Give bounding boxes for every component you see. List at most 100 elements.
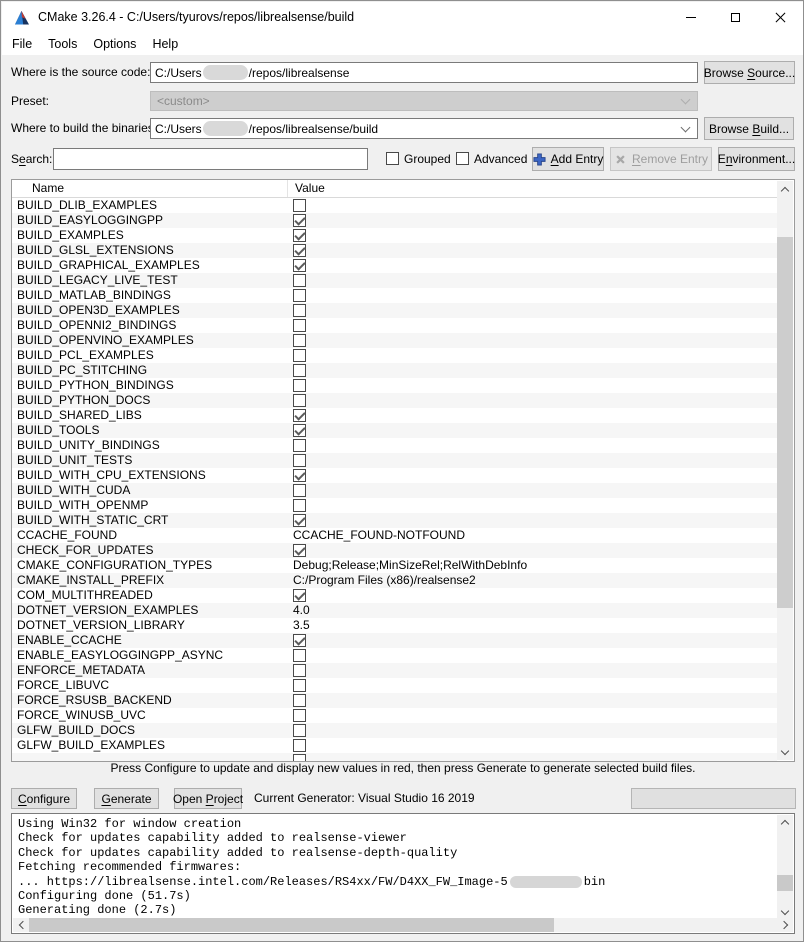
table-row[interactable]: ENABLE_EASYLOGGINGPP_ASYNC xyxy=(12,648,777,663)
chevron-down-icon[interactable] xyxy=(681,122,691,132)
table-row[interactable]: BUILD_UNITY_BINDINGS xyxy=(12,438,777,453)
value-checkbox[interactable] xyxy=(293,259,306,272)
table-row[interactable]: FORCE_RSUSB_BACKEND xyxy=(12,693,777,708)
preset-combobox[interactable]: <custom> xyxy=(150,91,698,111)
scrollbar-thumb[interactable] xyxy=(777,237,793,608)
table-row[interactable]: BUILD_WITH_CUDA xyxy=(12,483,777,498)
scrollbar-thumb[interactable] xyxy=(29,918,554,932)
table-row[interactable]: BUILD_GRAPHICAL_EXAMPLES xyxy=(12,258,777,273)
table-row[interactable]: FORCE_LIBUVC xyxy=(12,678,777,693)
value-checkbox[interactable] xyxy=(293,739,306,752)
table-row[interactable] xyxy=(12,753,777,761)
row-value[interactable]: C:/Program Files (x86)/realsense2 xyxy=(287,573,777,588)
table-row[interactable]: BUILD_SHARED_LIBS xyxy=(12,408,777,423)
configure-button[interactable]: Configure xyxy=(11,788,77,809)
value-checkbox[interactable] xyxy=(293,679,306,692)
table-row[interactable]: ENABLE_CCACHE xyxy=(12,633,777,648)
value-checkbox[interactable] xyxy=(293,364,306,377)
table-row[interactable]: GLFW_BUILD_EXAMPLES xyxy=(12,738,777,753)
table-row[interactable]: DOTNET_VERSION_EXAMPLES4.0 xyxy=(12,603,777,618)
value-checkbox[interactable] xyxy=(293,439,306,452)
log-lines[interactable]: Using Win32 for window creationCheck for… xyxy=(13,815,777,918)
menu-help[interactable]: Help xyxy=(144,33,186,55)
scroll-left-button[interactable] xyxy=(13,918,29,932)
table-row[interactable]: COM_MULTITHREADED xyxy=(12,588,777,603)
value-checkbox[interactable] xyxy=(293,229,306,242)
table-row[interactable]: BUILD_PYTHON_BINDINGS xyxy=(12,378,777,393)
scroll-down-button[interactable] xyxy=(777,744,793,760)
scroll-right-button[interactable] xyxy=(777,918,793,932)
browse-build-button[interactable]: Browse Build... xyxy=(704,117,794,140)
table-row[interactable]: BUILD_UNIT_TESTS xyxy=(12,453,777,468)
table-row[interactable]: BUILD_EASYLOGGINGPP xyxy=(12,213,777,228)
value-checkbox[interactable] xyxy=(293,274,306,287)
value-checkbox[interactable] xyxy=(293,394,306,407)
menu-options[interactable]: Options xyxy=(85,33,144,55)
value-checkbox[interactable] xyxy=(293,199,306,212)
value-checkbox[interactable] xyxy=(293,289,306,302)
log-horizontal-scrollbar[interactable] xyxy=(13,918,793,932)
value-checkbox[interactable] xyxy=(293,724,306,737)
table-row[interactable]: BUILD_PYTHON_DOCS xyxy=(12,393,777,408)
table-row[interactable]: BUILD_OPENVINO_EXAMPLES xyxy=(12,333,777,348)
value-checkbox[interactable] xyxy=(293,634,306,647)
open-project-button[interactable]: Open Project xyxy=(174,788,242,809)
value-checkbox[interactable] xyxy=(293,754,306,761)
table-row[interactable]: BUILD_PCL_EXAMPLES xyxy=(12,348,777,363)
grouped-checkbox[interactable] xyxy=(386,152,399,165)
table-row[interactable]: BUILD_DLIB_EXAMPLES xyxy=(12,198,777,213)
scroll-up-button[interactable] xyxy=(777,815,793,829)
table-row[interactable]: BUILD_LEGACY_LIVE_TEST xyxy=(12,273,777,288)
table-row[interactable]: BUILD_WITH_STATIC_CRT xyxy=(12,513,777,528)
value-checkbox[interactable] xyxy=(293,304,306,317)
minimize-button[interactable] xyxy=(668,2,713,33)
table-row[interactable]: ENFORCE_METADATA xyxy=(12,663,777,678)
source-path-field[interactable]: C:/Users /repos/librealsense xyxy=(150,62,698,83)
table-row[interactable]: BUILD_TOOLS xyxy=(12,423,777,438)
table-row[interactable]: BUILD_WITH_OPENMP xyxy=(12,498,777,513)
value-checkbox[interactable] xyxy=(293,469,306,482)
value-checkbox[interactable] xyxy=(293,454,306,467)
value-checkbox[interactable] xyxy=(293,664,306,677)
value-checkbox[interactable] xyxy=(293,499,306,512)
table-row[interactable]: BUILD_GLSL_EXTENSIONS xyxy=(12,243,777,258)
value-checkbox[interactable] xyxy=(293,409,306,422)
row-value[interactable]: 4.0 xyxy=(287,603,777,618)
browse-source-button[interactable]: Browse Source... xyxy=(704,61,795,84)
log-vertical-scrollbar[interactable] xyxy=(777,815,793,919)
build-path-combobox[interactable]: C:/Users /repos/librealsense/build xyxy=(150,118,698,139)
value-checkbox[interactable] xyxy=(293,424,306,437)
scroll-up-button[interactable] xyxy=(777,181,793,197)
row-value[interactable]: Debug;Release;MinSizeRel;RelWithDebInfo xyxy=(287,558,777,573)
row-value[interactable]: CCACHE_FOUND-NOTFOUND xyxy=(287,528,777,543)
value-checkbox[interactable] xyxy=(293,379,306,392)
table-row[interactable]: DOTNET_VERSION_LIBRARY3.5 xyxy=(12,618,777,633)
value-checkbox[interactable] xyxy=(293,694,306,707)
search-input[interactable] xyxy=(53,148,368,170)
maximize-button[interactable] xyxy=(713,2,758,33)
table-row[interactable]: CMAKE_CONFIGURATION_TYPESDebug;Release;M… xyxy=(12,558,777,573)
advanced-checkbox[interactable] xyxy=(456,152,469,165)
scroll-down-button[interactable] xyxy=(777,905,793,919)
table-row[interactable]: CMAKE_INSTALL_PREFIXC:/Program Files (x8… xyxy=(12,573,777,588)
value-checkbox[interactable] xyxy=(293,334,306,347)
table-row[interactable]: BUILD_PC_STITCHING xyxy=(12,363,777,378)
value-checkbox[interactable] xyxy=(293,349,306,362)
row-value[interactable]: 3.5 xyxy=(287,618,777,633)
table-row[interactable]: FORCE_WINUSB_UVC xyxy=(12,708,777,723)
column-header-name[interactable]: Name xyxy=(12,180,287,197)
scrollbar-thumb[interactable] xyxy=(777,875,793,891)
table-row[interactable]: BUILD_OPEN3D_EXAMPLES xyxy=(12,303,777,318)
menu-tools[interactable]: Tools xyxy=(40,33,85,55)
table-row[interactable]: BUILD_OPENNI2_BINDINGS xyxy=(12,318,777,333)
table-row[interactable]: BUILD_MATLAB_BINDINGS xyxy=(12,288,777,303)
generate-button[interactable]: Generate xyxy=(94,788,159,809)
table-row[interactable]: GLFW_BUILD_DOCS xyxy=(12,723,777,738)
table-row[interactable]: BUILD_EXAMPLES xyxy=(12,228,777,243)
value-checkbox[interactable] xyxy=(293,544,306,557)
menu-file[interactable]: File xyxy=(4,33,40,55)
table-scrollbar[interactable] xyxy=(777,181,793,760)
table-row[interactable]: BUILD_WITH_CPU_EXTENSIONS xyxy=(12,468,777,483)
value-checkbox[interactable] xyxy=(293,709,306,722)
value-checkbox[interactable] xyxy=(293,649,306,662)
